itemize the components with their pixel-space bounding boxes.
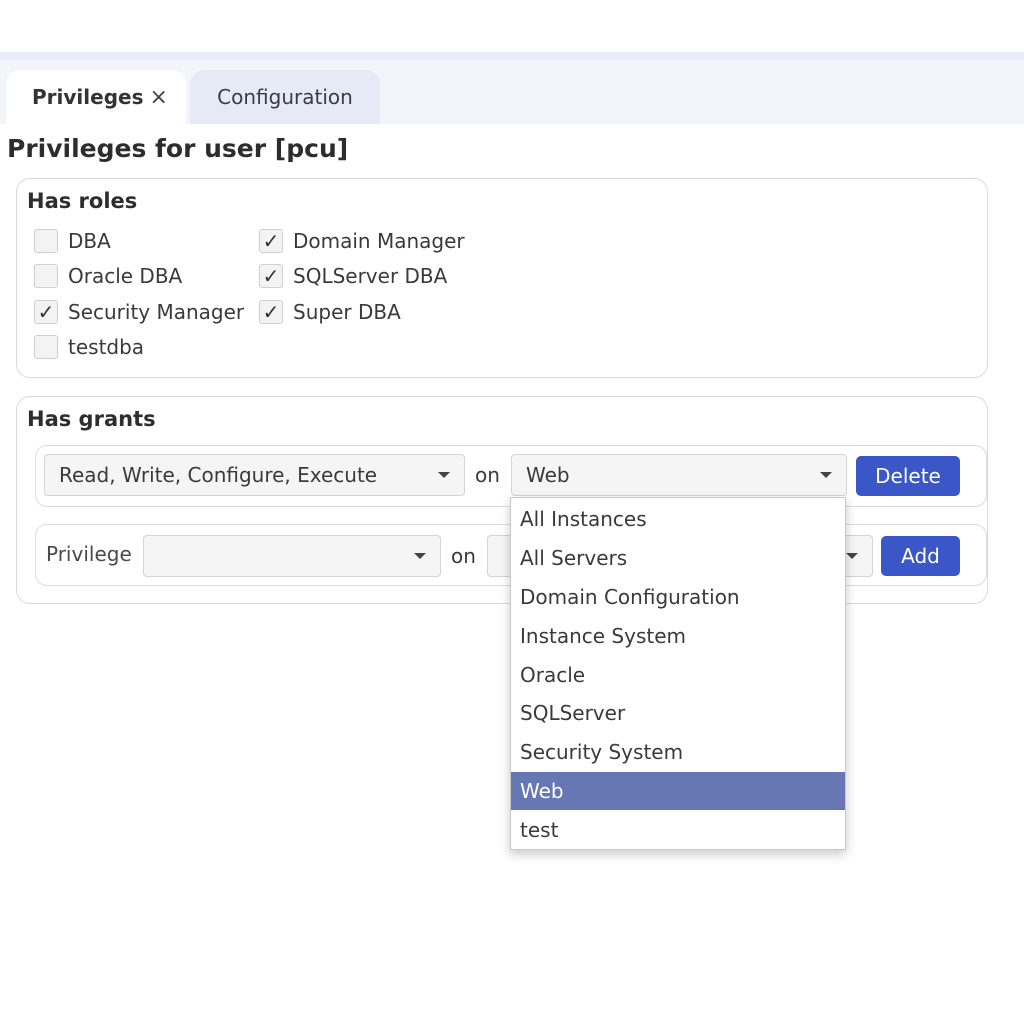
checkbox-checked[interactable]: ✓	[259, 300, 283, 324]
role-sqlserver-dba[interactable]: ✓ SQLServer DBA	[259, 264, 447, 288]
role-dba[interactable]: DBA	[34, 229, 111, 253]
page-title: Privileges for user [pcu]	[7, 134, 349, 163]
target-select-value: Web	[526, 463, 570, 487]
role-label: testdba	[68, 335, 145, 359]
privilege-select[interactable]: Read, Write, Configure, Execute	[44, 454, 465, 496]
role-label: SQLServer DBA	[293, 264, 448, 288]
role-domain-manager[interactable]: ✓ Domain Manager	[259, 229, 465, 253]
on-label: on	[451, 544, 476, 568]
role-label: DBA	[68, 229, 111, 253]
privilege-select-value: Read, Write, Configure, Execute	[59, 463, 378, 487]
privilege-label: Privilege	[46, 542, 132, 566]
chevron-down-icon	[414, 553, 426, 559]
delete-button[interactable]: Delete	[856, 456, 960, 496]
role-label: Security Manager	[68, 300, 245, 324]
role-label: Super DBA	[293, 300, 401, 324]
target-dropdown-list: All Instances All Servers Domain Configu…	[510, 497, 846, 851]
role-label: Domain Manager	[293, 229, 465, 253]
tab-configuration[interactable]: Configuration	[190, 70, 380, 124]
dropdown-option[interactable]: All Servers	[511, 539, 845, 578]
dropdown-option[interactable]: test	[511, 810, 845, 849]
grants-heading: Has grants	[27, 407, 156, 431]
dropdown-option[interactable]: Domain Configuration	[511, 578, 845, 617]
role-security-manager[interactable]: ✓ Security Manager	[34, 300, 244, 324]
dropdown-option[interactable]: Security System	[511, 733, 845, 772]
new-privilege-select[interactable]	[143, 535, 441, 577]
target-select[interactable]: Web	[511, 454, 847, 496]
close-icon[interactable]: ×	[149, 85, 167, 110]
checkbox-checked[interactable]: ✓	[259, 229, 283, 253]
chevron-down-icon	[438, 472, 450, 478]
add-button[interactable]: Add	[881, 536, 960, 576]
role-super-dba[interactable]: ✓ Super DBA	[259, 300, 401, 324]
role-oracle-dba[interactable]: Oracle DBA	[34, 264, 182, 288]
tab-privileges[interactable]: Privileges ×	[6, 70, 186, 124]
chevron-down-icon	[820, 472, 832, 478]
checkbox[interactable]	[34, 229, 58, 253]
dropdown-option[interactable]: Oracle	[511, 655, 845, 694]
dropdown-option[interactable]: Instance System	[511, 616, 845, 655]
role-testdba[interactable]: testdba	[34, 335, 144, 359]
checkbox-checked[interactable]: ✓	[34, 300, 58, 324]
checkbox[interactable]	[34, 335, 58, 359]
tab-privileges-label: Privileges	[32, 85, 144, 109]
on-label: on	[475, 463, 500, 487]
checkbox[interactable]	[34, 264, 58, 288]
chevron-down-icon	[846, 553, 858, 559]
top-bar	[0, 52, 1024, 60]
roles-panel: Has roles DBA ✓ Domain Manager Oracle DB…	[16, 178, 988, 378]
checkbox-checked[interactable]: ✓	[259, 264, 283, 288]
roles-heading: Has roles	[27, 189, 138, 213]
dropdown-option[interactable]: SQLServer	[511, 694, 845, 733]
dropdown-option[interactable]: All Instances	[511, 500, 845, 539]
dropdown-option-selected[interactable]: Web	[511, 771, 845, 811]
tab-configuration-label: Configuration	[217, 85, 353, 109]
role-label: Oracle DBA	[68, 264, 183, 288]
